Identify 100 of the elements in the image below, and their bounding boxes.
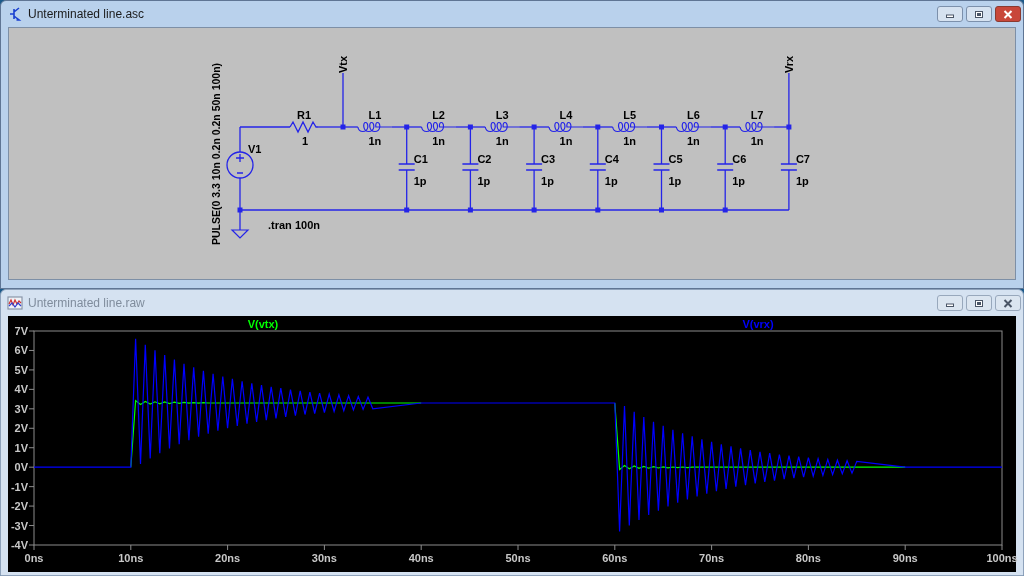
axis-label: 7V bbox=[14, 325, 28, 337]
schematic-canvas[interactable]: V1 PULSE(0 3.3 10n 0.2n 0.2n 50n 100n) R1 1 Vtx Vrx L1 1n C1 1p L2 1n C2 1p L3 1n C3 1p L4 1n C4 1p L5 1n C5 1p L6 1n C6 1p L7 1n C7 1p .tran 100n bbox=[8, 27, 1016, 280]
tick-mark bbox=[517, 544, 519, 551]
inductor-symbol bbox=[357, 121, 393, 133]
tick-mark bbox=[227, 544, 229, 551]
maximize-button[interactable] bbox=[966, 295, 992, 311]
component-label: 1 bbox=[301, 135, 309, 147]
component-label: C7 bbox=[795, 153, 810, 165]
component-label: 1n bbox=[495, 135, 509, 147]
net-label: Vtx bbox=[337, 55, 349, 73]
component-label: C1 bbox=[413, 153, 428, 165]
component-label: 1n bbox=[368, 135, 382, 147]
axis-label: 90ns bbox=[892, 552, 918, 564]
component-label: L7 bbox=[750, 109, 764, 121]
axis-label: 20ns bbox=[215, 552, 241, 564]
axis-label: -1V bbox=[10, 480, 28, 493]
legend-label: V(vtx) bbox=[247, 318, 279, 330]
component-label: L2 bbox=[432, 109, 445, 121]
window-title: Unterminated line.raw bbox=[28, 295, 146, 312]
tick-mark bbox=[711, 544, 713, 551]
axis-label: 2V bbox=[14, 422, 28, 435]
inductor-symbol bbox=[484, 121, 520, 133]
tick-mark bbox=[28, 369, 35, 371]
component-label: V1 bbox=[248, 143, 262, 155]
axis-label: 60ns bbox=[602, 552, 628, 564]
component-label: L4 bbox=[559, 109, 573, 121]
component-label: C6 bbox=[732, 153, 747, 165]
maximize-icon bbox=[974, 9, 984, 19]
inductor-symbol bbox=[612, 121, 648, 133]
axis-label: 80ns bbox=[795, 552, 821, 564]
component-label: L6 bbox=[686, 109, 700, 121]
minimize-button[interactable] bbox=[937, 6, 963, 22]
capacitor-symbol bbox=[780, 163, 798, 171]
net-label: Vrx bbox=[782, 55, 795, 73]
tick-mark bbox=[807, 544, 809, 551]
component-label: L3 bbox=[495, 109, 509, 121]
capacitor-symbol bbox=[652, 163, 671, 171]
close-icon bbox=[1003, 298, 1013, 308]
component-label: 1n bbox=[623, 135, 637, 147]
component-label: C3 bbox=[541, 153, 556, 165]
component-label: 1n bbox=[559, 135, 573, 147]
component-label: 1n bbox=[686, 135, 700, 147]
axis-label: -2V bbox=[10, 500, 28, 513]
inductor-symbol bbox=[548, 121, 584, 133]
component-label: C2 bbox=[477, 153, 492, 165]
axis-label: 4V bbox=[14, 383, 28, 396]
capacitor-symbol bbox=[589, 163, 607, 171]
minimize-button[interactable] bbox=[937, 295, 963, 311]
tick-mark bbox=[28, 505, 35, 507]
tick-mark bbox=[614, 544, 616, 551]
component-label: R1 bbox=[296, 109, 312, 121]
spice-directive: .tran 100n bbox=[268, 219, 320, 231]
voltage-source-symbol bbox=[226, 151, 254, 179]
tick-mark bbox=[904, 544, 906, 551]
capacitor-symbol bbox=[716, 163, 734, 171]
legend-label: V(vrx) bbox=[742, 318, 774, 330]
component-label: 1p bbox=[795, 175, 809, 187]
waveform-icon bbox=[7, 296, 23, 310]
axis-label: 3V bbox=[14, 402, 28, 415]
axis-label: 30ns bbox=[311, 552, 337, 564]
resistor-symbol bbox=[289, 120, 319, 134]
tick-mark bbox=[28, 388, 35, 390]
tick-mark bbox=[28, 525, 35, 527]
component-label: 1n bbox=[750, 135, 764, 147]
window-title: Unterminated line.asc bbox=[28, 6, 146, 23]
close-button[interactable] bbox=[995, 6, 1021, 22]
capacitor-symbol bbox=[525, 163, 543, 171]
ground-symbol bbox=[230, 229, 250, 239]
axis-label: -3V bbox=[10, 519, 28, 532]
tick-mark bbox=[1001, 544, 1003, 551]
transistor-icon bbox=[9, 7, 22, 21]
tick-mark bbox=[323, 544, 325, 551]
axis-label: 0V bbox=[14, 461, 28, 474]
component-label: 1p bbox=[732, 175, 746, 187]
inductor-symbol bbox=[420, 121, 457, 133]
close-icon bbox=[1003, 9, 1013, 19]
tick-mark bbox=[28, 466, 35, 468]
tick-mark bbox=[28, 447, 35, 449]
maximize-icon bbox=[974, 298, 984, 308]
component-label: 1p bbox=[604, 175, 618, 187]
component-label: L5 bbox=[623, 109, 637, 121]
tick-mark bbox=[130, 544, 132, 551]
axis-label: 6V bbox=[14, 344, 28, 357]
axis-label: 0ns bbox=[24, 552, 44, 564]
axis-label: -4V bbox=[10, 539, 28, 551]
close-button[interactable] bbox=[995, 295, 1021, 311]
tick-mark bbox=[28, 408, 35, 410]
inductor-symbol bbox=[739, 121, 775, 133]
component-label: 1p bbox=[541, 175, 554, 187]
axis-label: 10ns bbox=[118, 552, 144, 564]
tick-mark bbox=[28, 330, 35, 332]
axis-label: 50ns bbox=[505, 552, 531, 564]
component-label: C5 bbox=[668, 153, 683, 165]
tick-mark bbox=[28, 427, 35, 429]
tick-mark bbox=[28, 486, 35, 488]
component-label: 1p bbox=[668, 175, 682, 187]
axis-label: 70ns bbox=[699, 552, 725, 564]
capacitor-symbol bbox=[398, 163, 416, 171]
tick-mark bbox=[28, 349, 35, 351]
maximize-button[interactable] bbox=[966, 6, 992, 22]
